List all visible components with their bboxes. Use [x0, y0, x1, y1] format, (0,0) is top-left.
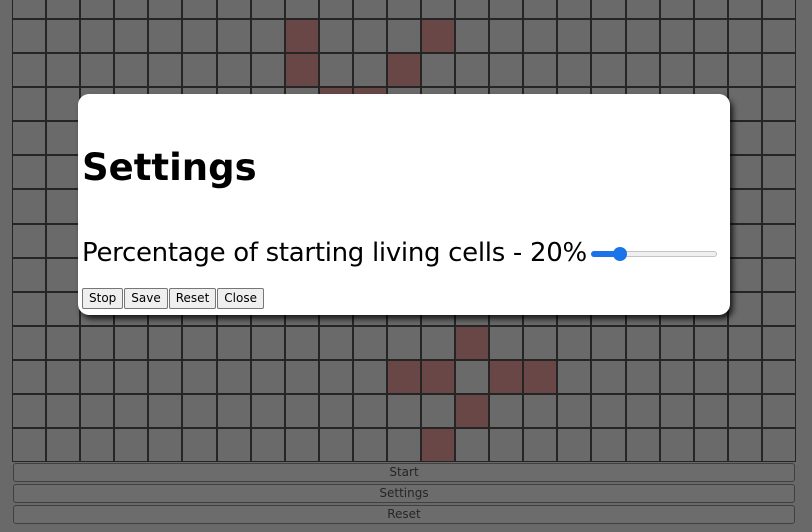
dialog-button-row: Stop Save Reset Close: [82, 288, 264, 309]
dialog-reset-button[interactable]: Reset: [168, 288, 217, 309]
close-button[interactable]: Close: [217, 288, 264, 309]
settings-dialog: Settings Percentage of starting living c…: [78, 94, 730, 315]
living-cells-label: Percentage of starting living cells - 20…: [82, 238, 587, 268]
living-cells-setting: Percentage of starting living cells - 20…: [82, 235, 717, 271]
living-cells-slider[interactable]: [590, 245, 717, 261]
slider-thumb[interactable]: [613, 247, 628, 261]
save-button[interactable]: Save: [124, 288, 168, 309]
stop-button[interactable]: Stop: [82, 288, 124, 309]
dialog-title: Settings: [82, 146, 257, 189]
